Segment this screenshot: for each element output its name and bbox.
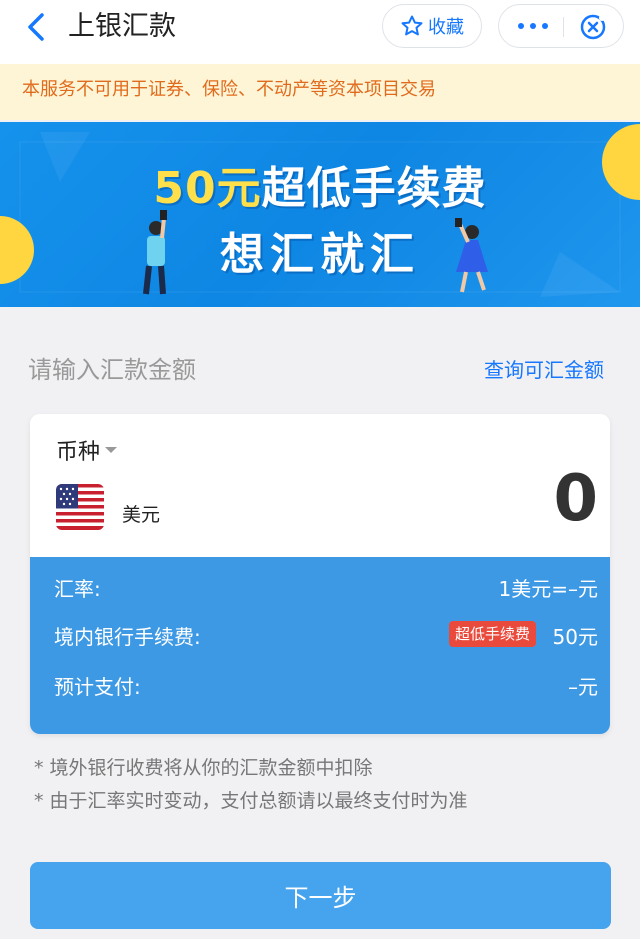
card-details: 汇率: 1美元=–元 境内银行手续费: 超低手续费 50元 预计支付: –元 <box>30 557 610 734</box>
banner-headline-rest: 超低手续费 <box>261 163 487 214</box>
rate-row: 汇率: 1美元=–元 <box>30 573 610 605</box>
us-flag-icon <box>56 484 104 530</box>
currency-label: 币种 <box>56 440 101 465</box>
capsule-menu <box>498 4 624 48</box>
currency-name: 美元 <box>122 504 161 526</box>
nav-bar: 上银汇款 收藏 <box>0 0 640 64</box>
favorite-button[interactable]: 收藏 <box>382 4 482 48</box>
banner-highlight: 50元 <box>153 163 262 214</box>
amount-input[interactable]: 0 <box>553 462 598 536</box>
estimate-label: 预计支付: <box>54 675 141 699</box>
estimate-row: 预计支付: –元 <box>30 671 610 703</box>
card-input-area: 币种 美元 0 <box>30 414 610 557</box>
back-arrow-icon[interactable] <box>22 12 52 42</box>
query-limit-link[interactable]: 查询可汇金额 <box>484 354 604 383</box>
remittance-card: 币种 美元 0 汇率: 1美元=–元 境内银行手续费: 超低手续费 50元 预计… <box>30 414 610 734</box>
favorite-label: 收藏 <box>428 17 464 38</box>
amount-prompt: 请输入汇款金额 <box>28 356 196 384</box>
capsule-divider <box>563 17 564 37</box>
estimate-value: –元 <box>568 675 598 699</box>
tip-line: * 由于汇率实时变动，支付总额请以最终支付时为准 <box>34 790 468 812</box>
tip-line: * 境外银行收费将从你的汇款金额中扣除 <box>34 757 373 779</box>
banner-headline: 50元超低手续费 <box>0 152 640 216</box>
fee-value: 50元 <box>552 625 598 649</box>
more-dots-icon[interactable] <box>513 15 553 37</box>
next-step-button[interactable]: 下一步 <box>30 862 611 929</box>
promo-banner[interactable]: 50元超低手续费 想汇就汇 <box>0 122 640 307</box>
star-icon <box>401 15 423 36</box>
currency-selector[interactable]: 币种 <box>56 434 118 466</box>
rate-value: 1美元=–元 <box>498 577 598 601</box>
fee-label: 境内银行手续费: <box>54 625 201 649</box>
notice-bar: 本服务不可用于证券、保险、不动产等资本项目交易 <box>0 64 640 120</box>
rate-label: 汇率: <box>54 577 101 601</box>
fee-badge: 超低手续费 <box>448 621 536 647</box>
caret-down-icon <box>105 447 118 453</box>
banner-subline: 想汇就汇 <box>220 229 420 280</box>
page-title: 上银汇款 <box>68 11 176 42</box>
mini-app-close-icon[interactable] <box>579 13 607 41</box>
fee-row: 境内银行手续费: 超低手续费 50元 <box>30 621 610 653</box>
